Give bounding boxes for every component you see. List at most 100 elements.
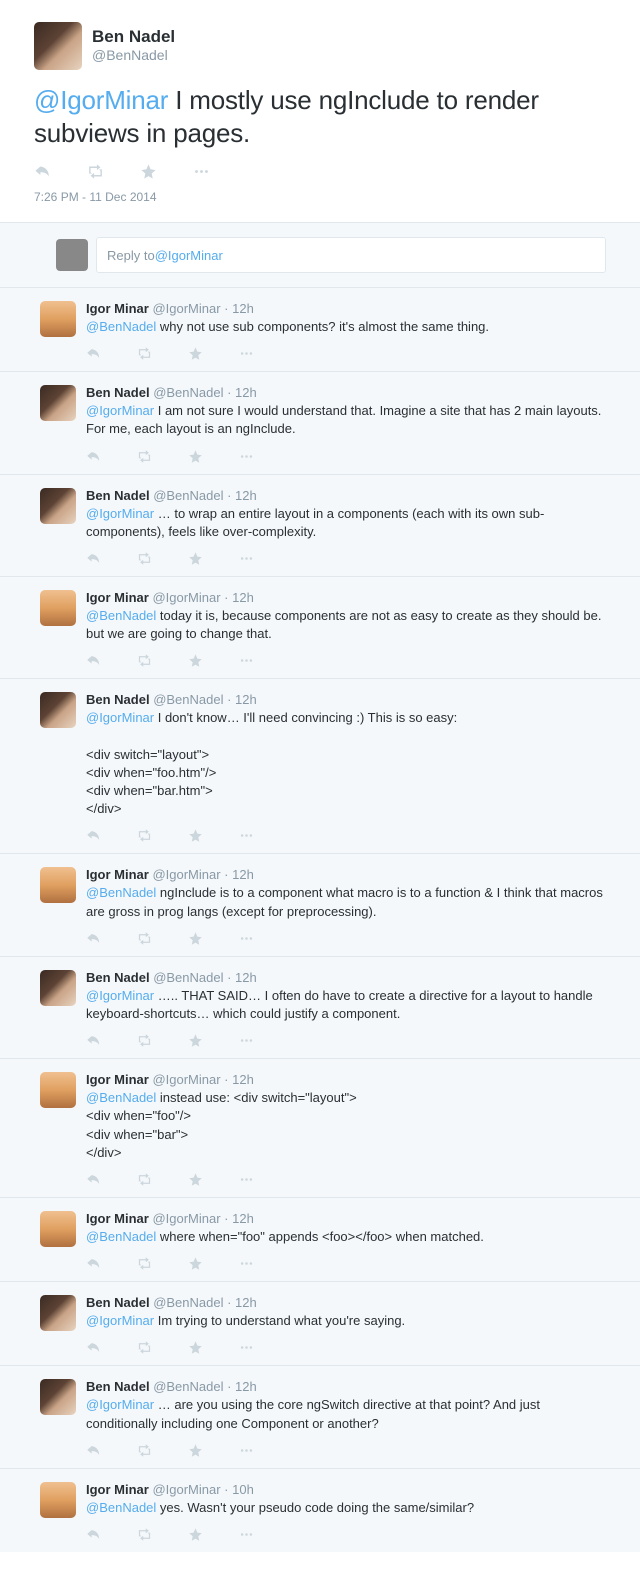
reply-author-name[interactable]: Igor Minar xyxy=(86,301,149,316)
more-button[interactable] xyxy=(239,1033,254,1048)
more-button[interactable] xyxy=(239,346,254,361)
more-button[interactable] xyxy=(239,653,254,668)
reply-item[interactable]: Ben Nadel @BenNadel · 12h@IgorMinar Im t… xyxy=(0,1282,640,1366)
reply-time[interactable]: 12h xyxy=(235,1295,257,1310)
reply-time[interactable]: 12h xyxy=(235,692,257,707)
retweet-button[interactable] xyxy=(137,1033,152,1048)
mention-link[interactable]: @IgorMinar xyxy=(86,1313,154,1328)
avatar[interactable] xyxy=(40,1295,76,1331)
retweet-button[interactable] xyxy=(137,346,152,361)
retweet-button[interactable] xyxy=(137,1443,152,1458)
retweet-button[interactable] xyxy=(137,1340,152,1355)
avatar[interactable] xyxy=(40,1211,76,1247)
retweet-button[interactable] xyxy=(87,163,104,180)
reply-author-handle[interactable]: @IgorMinar xyxy=(149,867,221,882)
mention-link[interactable]: @IgorMinar xyxy=(86,1397,154,1412)
reply-button[interactable] xyxy=(86,1172,101,1187)
more-button[interactable] xyxy=(239,449,254,464)
retweet-button[interactable] xyxy=(137,551,152,566)
mention-link[interactable]: @BenNadel xyxy=(86,1090,156,1105)
reply-button[interactable] xyxy=(86,828,101,843)
more-button[interactable] xyxy=(239,931,254,946)
favorite-button[interactable] xyxy=(188,449,203,464)
favorite-button[interactable] xyxy=(188,551,203,566)
reply-author-name[interactable]: Igor Minar xyxy=(86,1211,149,1226)
avatar[interactable] xyxy=(40,867,76,903)
favorite-button[interactable] xyxy=(188,1033,203,1048)
reply-item[interactable]: Igor Minar @IgorMinar · 12h@BenNadel ins… xyxy=(0,1059,640,1198)
favorite-button[interactable] xyxy=(188,1527,203,1542)
mention-link[interactable]: @BenNadel xyxy=(86,319,156,334)
retweet-button[interactable] xyxy=(137,449,152,464)
reply-button[interactable] xyxy=(86,653,101,668)
mention-link[interactable]: @IgorMinar xyxy=(86,403,154,418)
reply-time[interactable]: 12h xyxy=(235,385,257,400)
reply-input[interactable]: Reply to @IgorMinar xyxy=(96,237,606,273)
reply-item[interactable]: Igor Minar @IgorMinar · 12h@BenNadel tod… xyxy=(0,577,640,679)
mention-link[interactable]: @IgorMinar xyxy=(86,988,154,1003)
mention-link[interactable]: @BenNadel xyxy=(86,1229,156,1244)
reply-author-name[interactable]: Igor Minar xyxy=(86,590,149,605)
favorite-button[interactable] xyxy=(188,1172,203,1187)
reply-time[interactable]: 12h xyxy=(232,1072,254,1087)
reply-author-name[interactable]: Igor Minar xyxy=(86,1072,149,1087)
mention-link[interactable]: @BenNadel xyxy=(86,885,156,900)
reply-item[interactable]: Igor Minar @IgorMinar · 12h@BenNadel why… xyxy=(0,288,640,372)
avatar[interactable] xyxy=(34,22,82,70)
reply-author-handle[interactable]: @BenNadel xyxy=(150,692,224,707)
reply-item[interactable]: Ben Nadel @BenNadel · 12h@IgorMinar … to… xyxy=(0,475,640,577)
more-button[interactable] xyxy=(239,1527,254,1542)
avatar[interactable] xyxy=(40,385,76,421)
reply-author-handle[interactable]: @BenNadel xyxy=(150,488,224,503)
favorite-button[interactable] xyxy=(188,653,203,668)
retweet-button[interactable] xyxy=(137,653,152,668)
favorite-button[interactable] xyxy=(188,1340,203,1355)
reply-time[interactable]: 10h xyxy=(232,1482,254,1497)
favorite-button[interactable] xyxy=(140,163,157,180)
reply-item[interactable]: Igor Minar @IgorMinar · 12h@BenNadel whe… xyxy=(0,1198,640,1282)
retweet-button[interactable] xyxy=(137,931,152,946)
reply-time[interactable]: 12h xyxy=(232,590,254,605)
tweet-timestamp[interactable]: 7:26 PM - 11 Dec 2014 xyxy=(34,190,606,204)
reply-author-handle[interactable]: @BenNadel xyxy=(150,970,224,985)
retweet-button[interactable] xyxy=(137,1172,152,1187)
reply-time[interactable]: 12h xyxy=(232,867,254,882)
reply-author-name[interactable]: Ben Nadel xyxy=(86,1379,150,1394)
reply-time[interactable]: 12h xyxy=(235,488,257,503)
more-button[interactable] xyxy=(193,163,210,180)
favorite-button[interactable] xyxy=(188,1256,203,1271)
more-button[interactable] xyxy=(239,551,254,566)
reply-author-name[interactable]: Ben Nadel xyxy=(86,692,150,707)
reply-item[interactable]: Ben Nadel @BenNadel · 12h@IgorMinar … ar… xyxy=(0,1366,640,1468)
mention-link[interactable]: @IgorMinar xyxy=(86,710,154,725)
more-button[interactable] xyxy=(239,1340,254,1355)
reply-item[interactable]: Ben Nadel @BenNadel · 12h@IgorMinar I do… xyxy=(0,679,640,854)
more-button[interactable] xyxy=(239,1443,254,1458)
reply-button[interactable] xyxy=(86,931,101,946)
reply-item[interactable]: Ben Nadel @BenNadel · 12h@IgorMinar I am… xyxy=(0,372,640,474)
reply-time[interactable]: 12h xyxy=(232,1211,254,1226)
reply-author-name[interactable]: Ben Nadel xyxy=(86,385,150,400)
avatar[interactable] xyxy=(40,1482,76,1518)
avatar[interactable] xyxy=(40,488,76,524)
reply-author-handle[interactable]: @IgorMinar xyxy=(149,1072,221,1087)
more-button[interactable] xyxy=(239,1256,254,1271)
reply-author-name[interactable]: Ben Nadel xyxy=(86,488,150,503)
reply-author-handle[interactable]: @IgorMinar xyxy=(149,1482,221,1497)
author-block[interactable]: Ben Nadel @BenNadel xyxy=(92,27,175,65)
mention-link[interactable]: @BenNadel xyxy=(86,608,156,623)
reply-author-handle[interactable]: @BenNadel xyxy=(150,385,224,400)
favorite-button[interactable] xyxy=(188,1443,203,1458)
favorite-button[interactable] xyxy=(188,828,203,843)
reply-author-handle[interactable]: @BenNadel xyxy=(150,1295,224,1310)
avatar[interactable] xyxy=(40,301,76,337)
retweet-button[interactable] xyxy=(137,1256,152,1271)
reply-time[interactable]: 12h xyxy=(235,1379,257,1394)
retweet-button[interactable] xyxy=(137,1527,152,1542)
avatar[interactable] xyxy=(40,692,76,728)
more-button[interactable] xyxy=(239,828,254,843)
mention-link[interactable]: @BenNadel xyxy=(86,1500,156,1515)
avatar[interactable] xyxy=(40,1379,76,1415)
mention-link[interactable]: @IgorMinar xyxy=(86,506,154,521)
avatar[interactable] xyxy=(40,590,76,626)
